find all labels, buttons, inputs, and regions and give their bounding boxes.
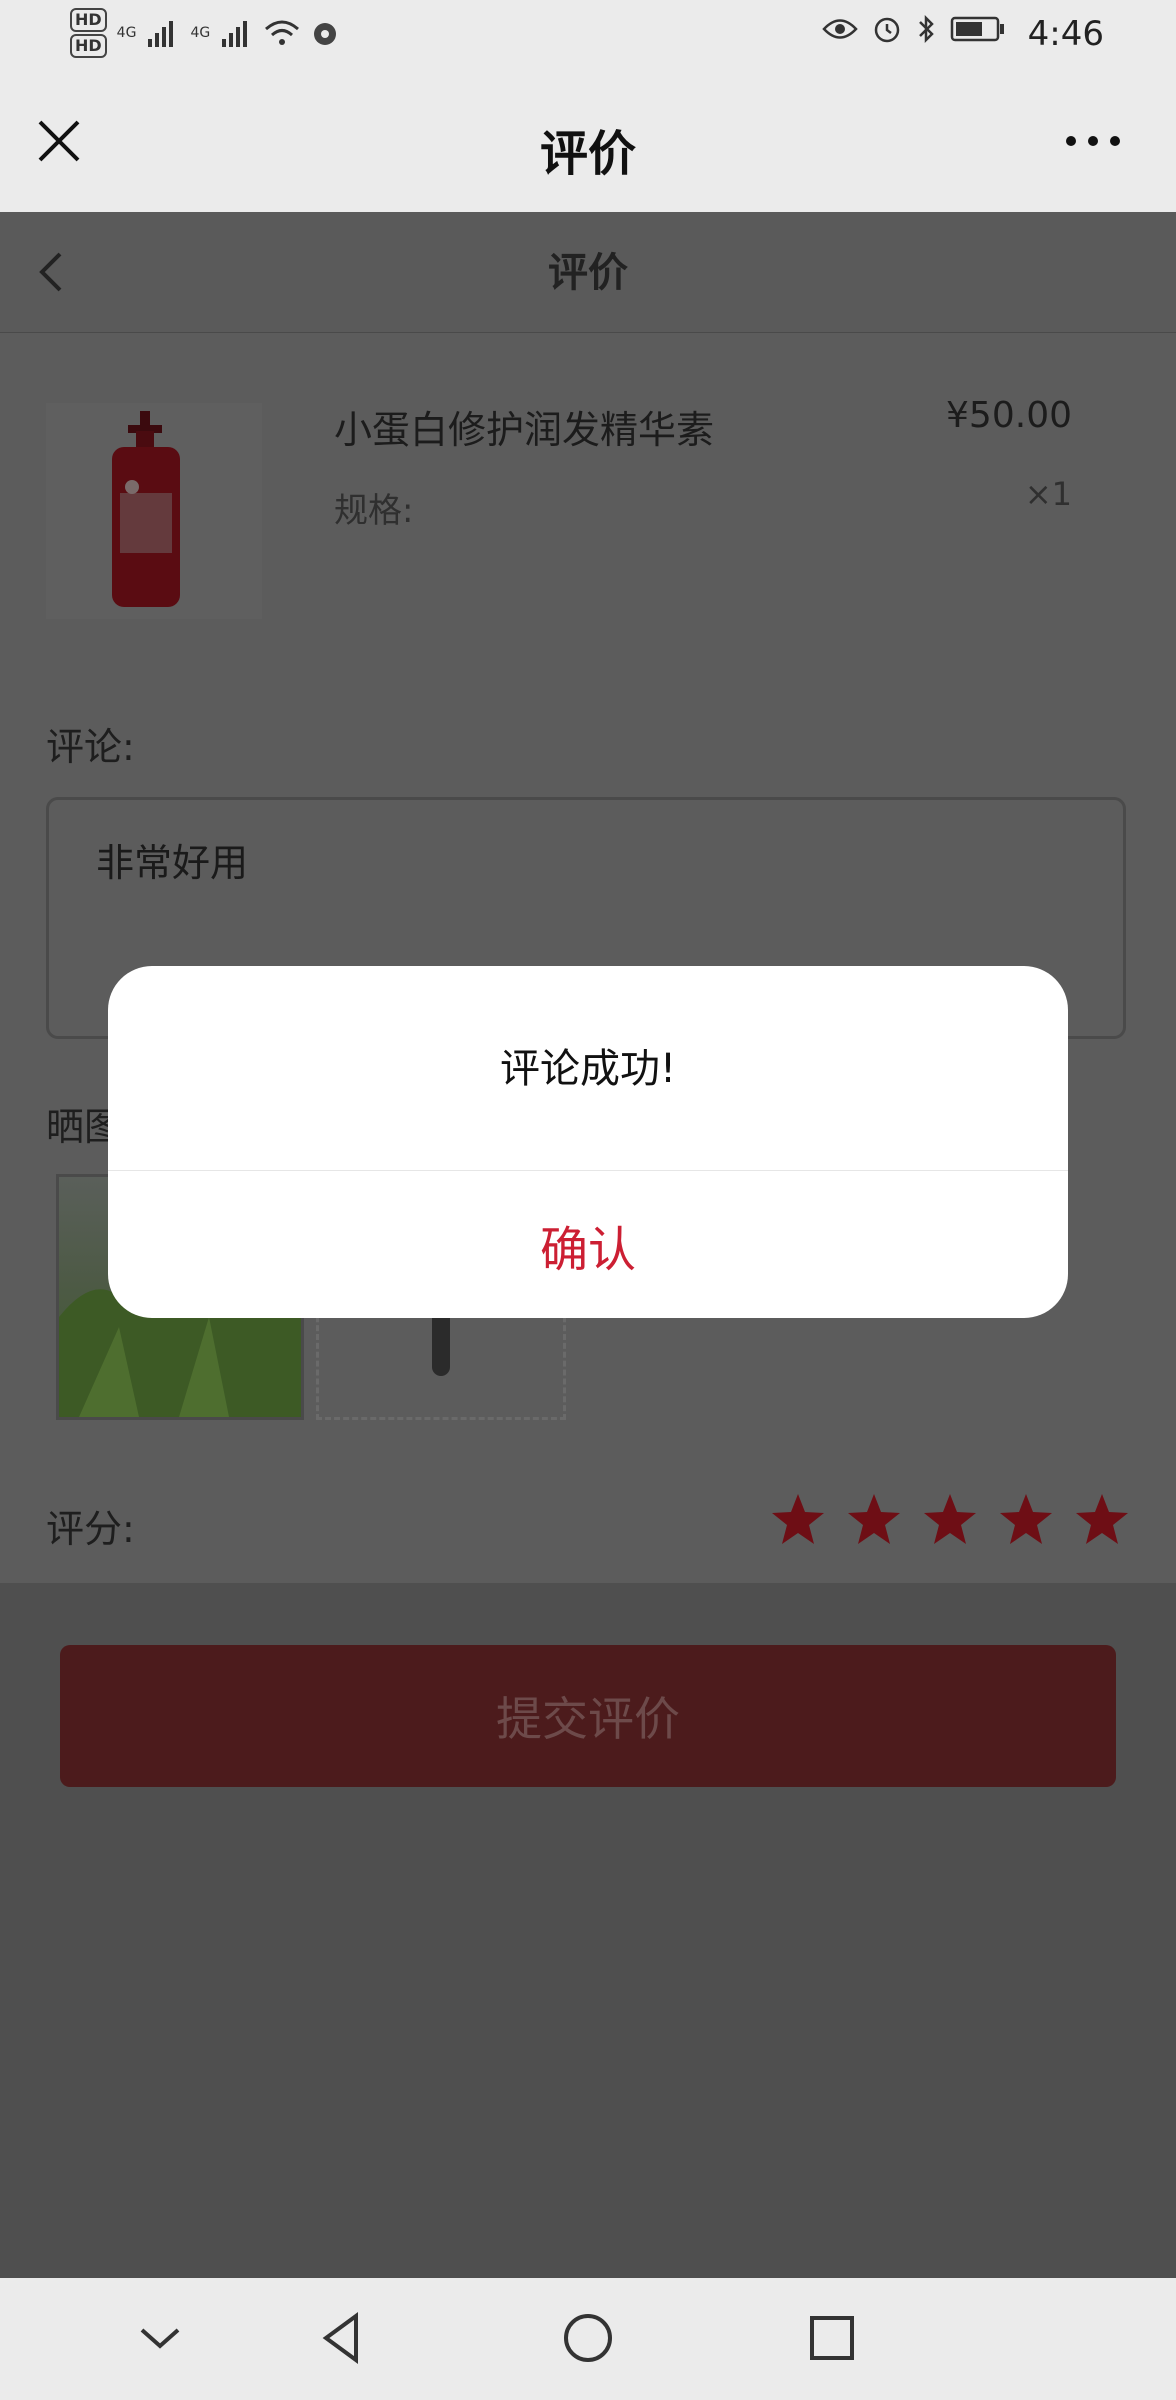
product-price: ¥50.00 [946, 395, 1072, 436]
product-card: 小蛋白修护润发精华素 规格: ¥50.00 ×1 [0, 333, 1176, 663]
confirm-button[interactable]: 确认 [108, 1171, 1068, 1318]
product-quantity: ×1 [1024, 475, 1072, 513]
dialog-message: 评论成功! [499, 1046, 677, 1092]
notification-icon [314, 23, 337, 45]
chevron-down-icon[interactable] [130, 2308, 190, 2368]
wechat-title: 评价 [539, 126, 636, 182]
submit-review-button[interactable]: 提交评价 [60, 1645, 1116, 1787]
success-dialog: 评论成功! 确认 [108, 966, 1068, 1318]
product-image [46, 403, 262, 619]
more-options-icon[interactable] [1066, 136, 1120, 146]
eye-icon [822, 19, 858, 39]
hd-badge-2: HD [70, 34, 107, 58]
star-icon[interactable] [770, 1492, 826, 1548]
star-icon[interactable] [1074, 1492, 1130, 1548]
star-icon[interactable] [922, 1492, 978, 1548]
bluetooth-icon [919, 14, 934, 44]
signal-label-1: 4G [116, 25, 137, 41]
page-title: 评价 [548, 250, 628, 296]
status-bar: HD HD 4G 4G 4:46 [0, 0, 1176, 72]
comment-label: 评论: [46, 725, 135, 769]
star-icon[interactable] [846, 1492, 902, 1548]
system-nav-bar [0, 2278, 1176, 2400]
submit-label: 提交评价 [496, 1692, 680, 1746]
confirm-label: 确认 [539, 1221, 636, 1278]
status-time: 4:46 [1027, 14, 1104, 54]
wechat-top-bar: 评价 [0, 72, 1176, 212]
back-triangle-icon[interactable] [312, 2308, 372, 2368]
recent-apps-icon[interactable] [802, 2308, 862, 2368]
product-name: 小蛋白修护润发精华素 [334, 408, 715, 452]
signal-icon-2 [222, 21, 248, 47]
battery-icon [950, 16, 1004, 42]
rating-stars[interactable] [770, 1492, 1130, 1548]
home-circle-icon[interactable] [558, 2308, 618, 2368]
alarm-icon [874, 17, 900, 43]
status-icons-left: HD HD 4G 4G [70, 8, 340, 58]
comment-text: 非常好用 [96, 841, 249, 885]
status-icons-right [822, 14, 1006, 44]
star-icon[interactable] [998, 1492, 1054, 1548]
wifi-icon [265, 20, 300, 45]
signal-icon [148, 21, 174, 47]
signal-label-2: 4G [190, 25, 211, 41]
page-header: 评价 [0, 212, 1176, 333]
rating-label: 评分: [46, 1507, 135, 1551]
hd-badge-1: HD [70, 8, 107, 32]
product-spec: 规格: [334, 491, 414, 531]
